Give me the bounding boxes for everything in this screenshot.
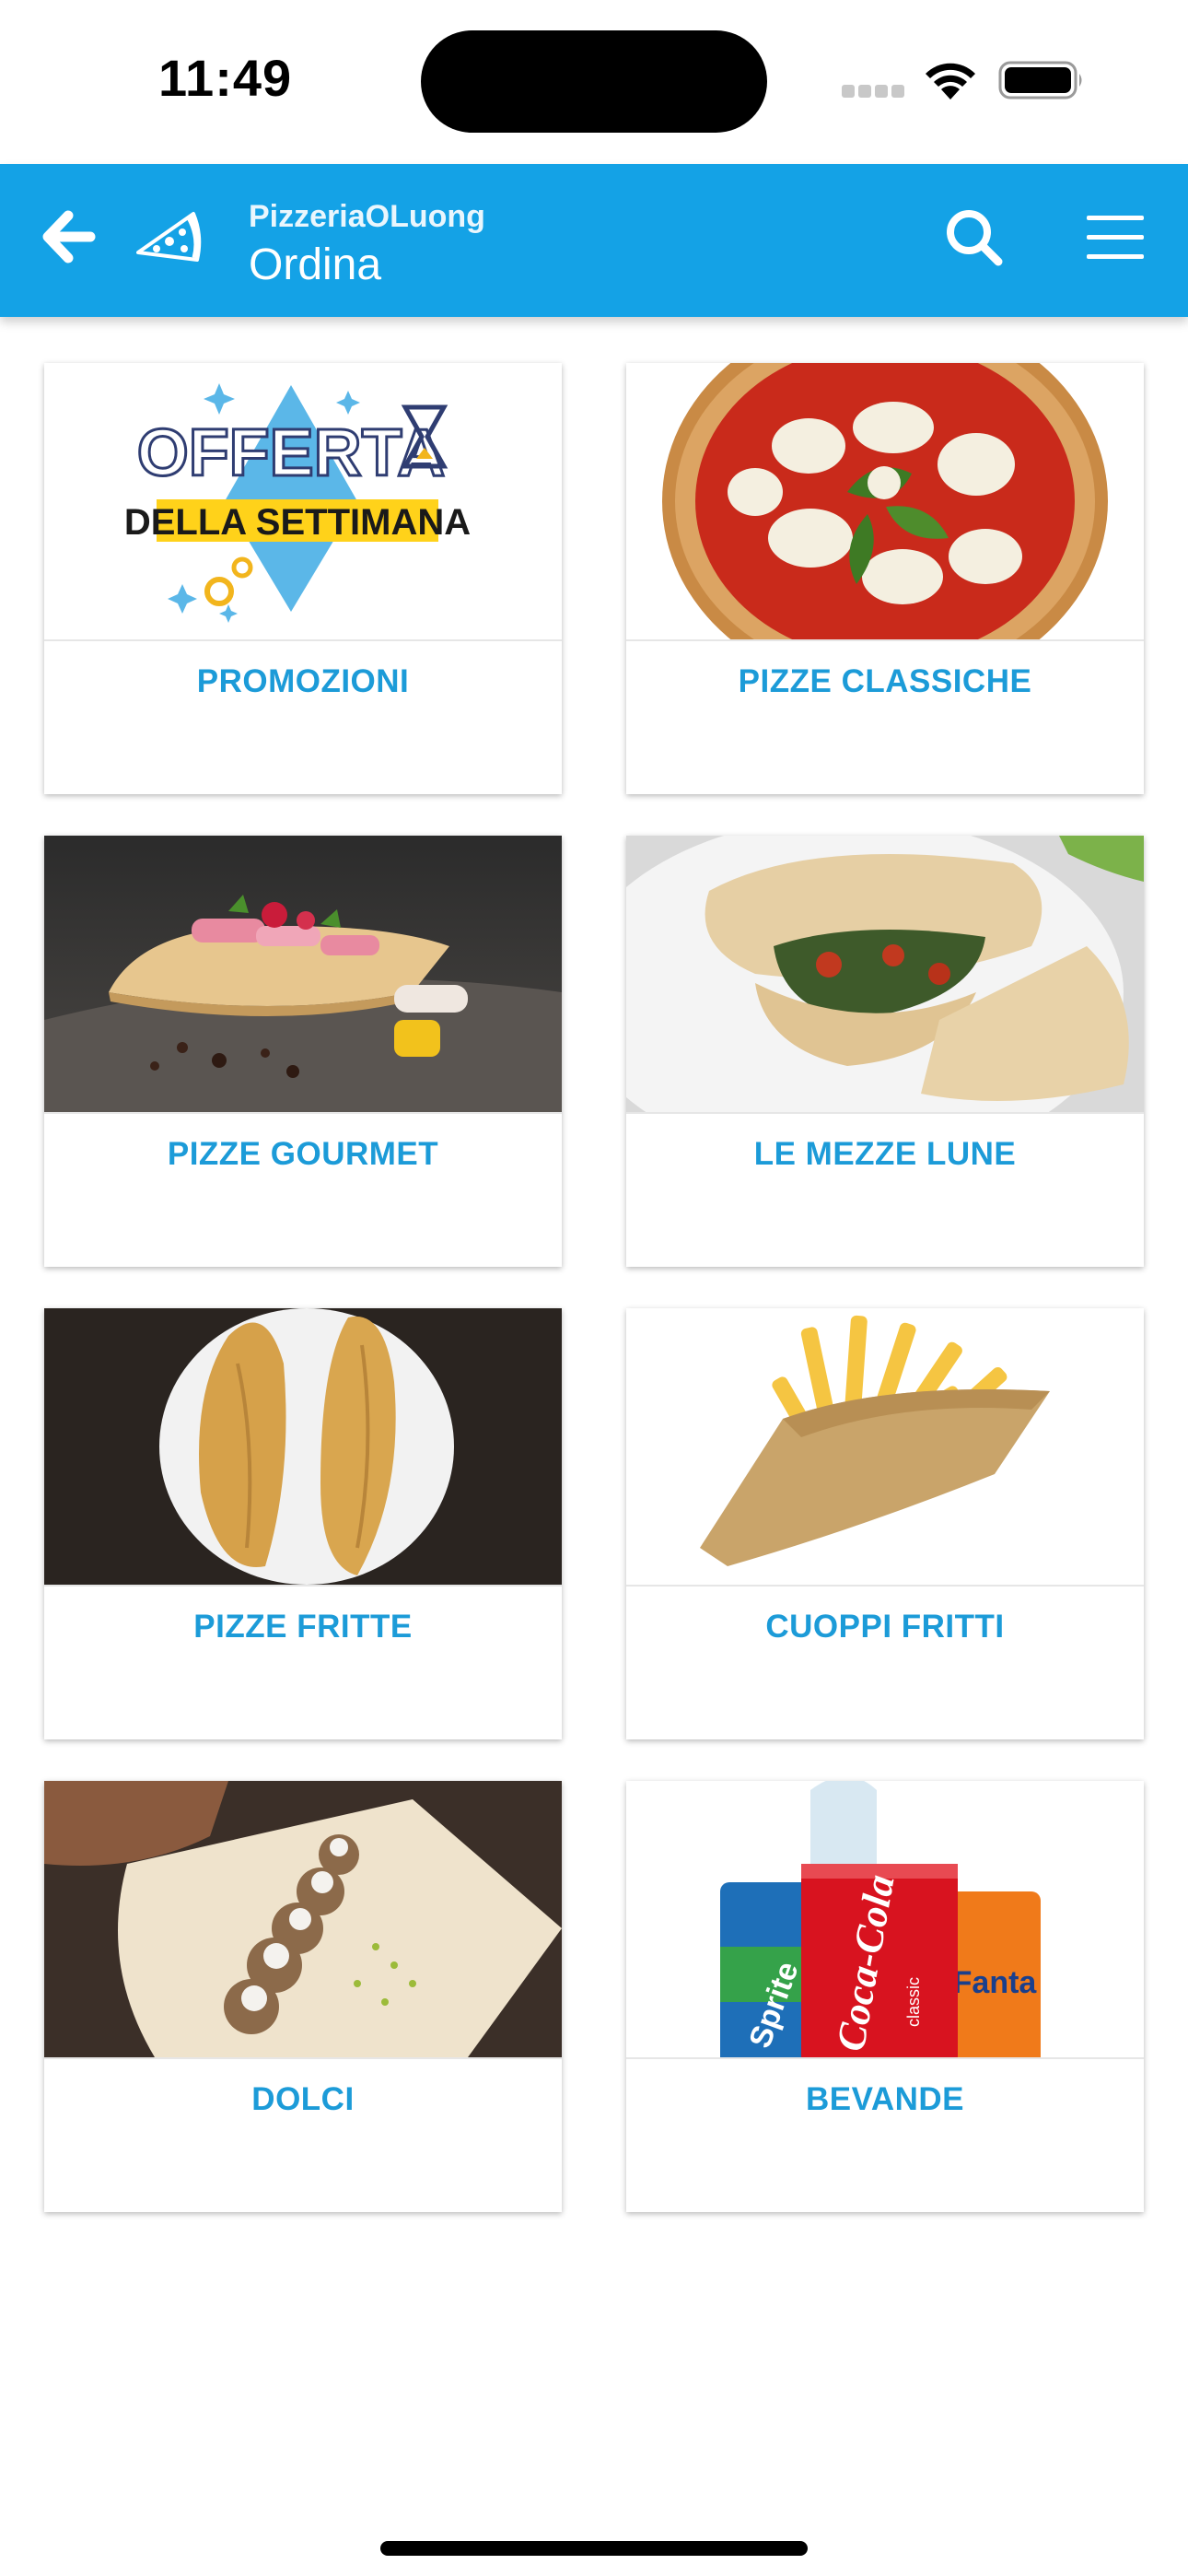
category-label: PIZZE CLASSICHE (738, 663, 1032, 699)
category-label: LE MEZZE LUNE (753, 1136, 1017, 1172)
category-label: PIZZE GOURMET (167, 1136, 439, 1172)
pizze-fritte-image (44, 1308, 562, 1585)
category-label: PROMOZIONI (196, 663, 410, 699)
bevande-image: Sprite Fanta Coca-Cola classic (626, 1781, 1144, 2057)
dolci-image (44, 1781, 562, 2057)
category-label: PIZZE FRITTE (193, 1609, 413, 1645)
page-title: Ordina (249, 240, 382, 289)
wifi-icon (926, 63, 975, 100)
category-label: CUOPPI FRITTI (765, 1609, 1005, 1645)
category-card-pizze-fritte[interactable]: PIZZE FRITTE (44, 1308, 562, 1739)
status-bar: 11:49 (0, 0, 1188, 164)
pizza-gourmet-image (44, 836, 562, 1112)
fries-cone-image (626, 1308, 1144, 1585)
category-card-pizze-gourmet[interactable]: PIZZE GOURMET (44, 836, 562, 1267)
category-label: BEVANDE (805, 2081, 965, 2117)
category-card-bevande[interactable]: Sprite Fanta Coca-Cola classic BEVANDE (626, 1781, 1144, 2212)
battery-icon (998, 61, 1082, 100)
promo-image-text-1: OFFERTA (137, 416, 446, 490)
category-card-dolci[interactable]: DOLCI (44, 1781, 562, 2212)
dynamic-island (421, 30, 767, 133)
bevande-image-text-2: classic (904, 1977, 923, 2027)
pizza-margherita-image (626, 363, 1144, 639)
category-card-pizze-classiche[interactable]: PIZZE CLASSICHE (626, 363, 1144, 794)
restaurant-name: PizzeriaOLuong (249, 199, 485, 234)
search-icon[interactable] (941, 205, 1007, 271)
pizza-slice-icon (136, 212, 202, 262)
promozioni-image: OFFERTA DELLA SETTIMANA (44, 363, 562, 639)
home-indicator[interactable] (380, 2541, 808, 2556)
back-arrow-icon[interactable] (37, 205, 101, 269)
hamburger-menu-icon[interactable] (1085, 212, 1146, 263)
category-card-cuoppi-fritti[interactable]: CUOPPI FRITTI (626, 1308, 1144, 1739)
category-label: DOLCI (251, 2081, 355, 2117)
category-card-le-mezze-lune[interactable]: LE MEZZE LUNE (626, 836, 1144, 1267)
calzone-image (626, 836, 1144, 1112)
cellular-signal-icon (842, 85, 904, 98)
status-time: 11:49 (158, 49, 293, 107)
category-card-promozioni[interactable]: OFFERTA DELLA SETTIMANA PROMOZIONI (44, 363, 562, 794)
bevande-image-text-4: Fanta (953, 1965, 1038, 2000)
promo-image-text-2: DELLA SETTIMANA (124, 502, 471, 543)
app-header: PizzeriaOLuong Ordina (0, 164, 1188, 317)
